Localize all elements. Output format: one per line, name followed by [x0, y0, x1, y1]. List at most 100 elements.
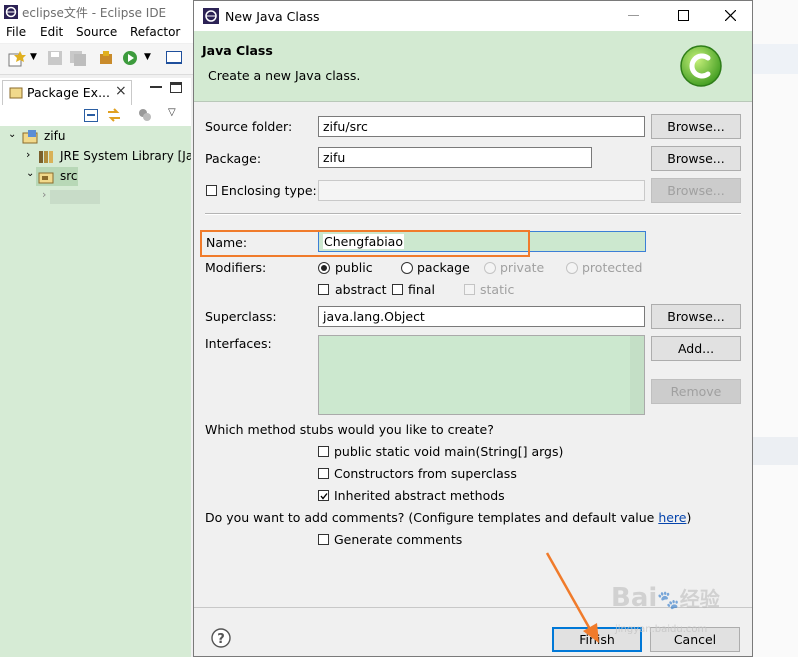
modifier-abstract-checkbox[interactable]: [318, 284, 329, 295]
eclipse-logo-icon: [4, 5, 18, 19]
modifiers-label: Modifiers:: [205, 260, 267, 275]
menu-source[interactable]: Source: [76, 25, 117, 39]
source-folder-browse-button[interactable]: Browse...: [651, 114, 741, 139]
maximize-icon[interactable]: [170, 82, 182, 93]
enclosing-type-checkbox[interactable]: [206, 185, 217, 196]
save-all-icon[interactable]: [70, 51, 86, 66]
stub-inherited-checkbox[interactable]: [318, 490, 329, 501]
menu-edit[interactable]: Edit: [40, 25, 63, 39]
editor-area-background: [752, 0, 798, 657]
comments-question-text: Do you want to add comments? (Configure …: [205, 510, 659, 525]
eclipse-window-title: eclipse文件 - Eclipse IDE: [22, 6, 167, 20]
tree-item-label: zifu: [44, 129, 66, 143]
interfaces-list[interactable]: [318, 335, 645, 415]
package-label: Package:: [205, 151, 262, 166]
collapsed-icon[interactable]: ›: [26, 148, 30, 161]
generate-comments-label: Generate comments: [334, 532, 463, 547]
chevron-down-icon[interactable]: ▼: [144, 52, 151, 62]
enclosing-type-browse-button[interactable]: Browse...: [651, 178, 741, 203]
modifier-final-checkbox[interactable]: [392, 284, 403, 295]
modifier-final-label: final: [408, 282, 435, 297]
collapse-all-icon[interactable]: [84, 109, 98, 122]
bottom-panel-tab-area: [752, 437, 798, 465]
interfaces-label: Interfaces:: [205, 336, 272, 351]
tree-item-blurred[interactable]: ›: [0, 187, 191, 207]
modifier-abstract-label: abstract: [335, 282, 387, 297]
comments-question: Do you want to add comments? (Configure …: [205, 510, 691, 525]
package-explorer-icon: [9, 87, 23, 99]
save-icon[interactable]: [48, 51, 62, 65]
project-icon: [22, 130, 38, 144]
modifier-static-checkbox[interactable]: [464, 284, 475, 295]
watermark-brand2: 经验: [679, 587, 720, 611]
help-icon[interactable]: ?: [211, 628, 231, 648]
add-interface-button[interactable]: Add...: [651, 336, 741, 361]
modifier-protected-label: protected: [582, 260, 643, 275]
close-icon[interactable]: ×: [115, 83, 127, 99]
tree-item-label: JRE System Library [Ja: [60, 149, 191, 163]
enclosing-type-field[interactable]: [318, 180, 645, 201]
chevron-down-icon[interactable]: ▼: [30, 52, 37, 62]
stub-main-label: public static void main(String[] args): [334, 444, 564, 459]
filter-icon[interactable]: [138, 108, 152, 122]
eclipse-logo-icon: [203, 8, 219, 24]
stub-main-checkbox[interactable]: [318, 446, 329, 457]
menu-refactor[interactable]: Refactor: [130, 25, 180, 39]
eclipse-toolbar: ▼ ▼: [0, 44, 200, 75]
stub-inherited-label: Inherited abstract methods: [334, 488, 505, 503]
outline-tab-area: [752, 44, 798, 74]
run-icon[interactable]: [122, 50, 138, 66]
svg-text:?: ?: [217, 632, 225, 647]
library-icon: [39, 151, 53, 163]
modifier-private-radio[interactable]: [484, 262, 496, 274]
dialog-banner: Java Class Create a new Java class.: [194, 31, 752, 102]
configure-templates-link[interactable]: here: [658, 510, 686, 525]
eclipse-title-bar: eclipse文件 - Eclipse IDE: [0, 0, 200, 24]
view-menu-icon[interactable]: ▽: [168, 107, 176, 118]
collapsed-icon[interactable]: ›: [42, 188, 46, 201]
superclass-field[interactable]: java.lang.Object: [318, 306, 645, 327]
source-folder-field[interactable]: zifu/src: [318, 116, 645, 137]
paw-icon: 🐾: [657, 590, 680, 611]
new-icon[interactable]: [8, 51, 26, 67]
java-class-wizard-icon: [680, 45, 722, 87]
dialog-title-bar: New Java Class: [194, 1, 752, 31]
minimize-icon[interactable]: [150, 86, 162, 89]
banner-title: Java Class: [202, 43, 273, 58]
modifier-public-radio[interactable]: [318, 262, 330, 274]
scrollbar[interactable]: [630, 336, 644, 414]
expanded-icon[interactable]: ⌄: [8, 129, 16, 140]
package-field[interactable]: zifu: [318, 147, 592, 168]
watermark-url: jingyan.baidu.com: [615, 624, 708, 635]
separator-highlight: [205, 214, 741, 215]
package-browse-button[interactable]: Browse...: [651, 146, 741, 171]
maximize-icon[interactable]: [678, 10, 689, 21]
minimize-icon[interactable]: [628, 15, 639, 17]
remove-interface-button[interactable]: Remove: [651, 379, 741, 404]
link-with-editor-icon[interactable]: [106, 108, 122, 122]
source-folder-icon: [38, 172, 54, 184]
modifier-package-radio[interactable]: [401, 262, 413, 274]
close-icon[interactable]: [725, 10, 736, 21]
dialog-title: New Java Class: [225, 9, 320, 24]
method-stubs-question: Which method stubs would you like to cre…: [205, 422, 494, 437]
console-icon[interactable]: [166, 51, 182, 65]
tree-item-src[interactable]: ⌄ src: [0, 167, 191, 187]
tab-package-explorer[interactable]: Package Ex... ×: [2, 80, 132, 105]
stub-constructors-checkbox[interactable]: [318, 468, 329, 479]
generate-comments-checkbox[interactable]: [318, 534, 329, 545]
superclass-browse-button[interactable]: Browse...: [651, 304, 741, 329]
modifier-protected-radio[interactable]: [566, 262, 578, 274]
checkmark-icon: [320, 493, 328, 500]
package-explorer-tabbar: Package Ex... × ▽: [0, 78, 191, 126]
menu-file[interactable]: File: [6, 25, 26, 39]
banner-message: Create a new Java class.: [208, 68, 361, 83]
tree-item-jre[interactable]: › JRE System Library [Ja: [0, 147, 191, 167]
expanded-icon[interactable]: ⌄: [26, 168, 34, 179]
selected-dot: [321, 265, 327, 271]
tree-item-zifu[interactable]: ⌄ zifu: [0, 127, 191, 147]
modifier-package-label: package: [417, 260, 470, 275]
build-icon[interactable]: [98, 50, 114, 66]
enclosing-type-label: Enclosing type:: [221, 183, 317, 198]
blurred-item: [50, 190, 100, 204]
